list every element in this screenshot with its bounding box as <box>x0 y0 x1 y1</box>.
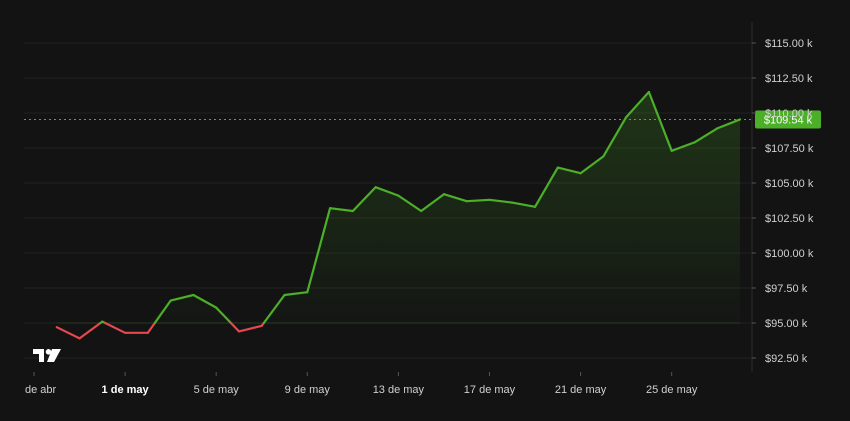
x-tick-label: 17 de may <box>464 384 516 396</box>
x-tick-label: 21 de may <box>555 384 607 396</box>
x-tick-label: 1 de may <box>102 384 150 396</box>
y-tick-label: $95.00 k <box>765 318 808 330</box>
tradingview-logo[interactable] <box>33 349 61 362</box>
y-tick-label: $100.00 k <box>765 248 814 260</box>
x-axis-ticks: de abr 1 de may 5 de may 9 de may 13 de may 1… <box>25 372 698 396</box>
y-axis-ticks: $92.50 k $95.00 k $97.50 k $100.00 k $102.50… <box>752 38 814 365</box>
x-tick-label: de abr <box>25 384 57 396</box>
y-tick-label: $102.50 k <box>765 213 814 225</box>
x-tick-label: 5 de may <box>194 384 240 396</box>
y-tick-label: $97.50 k <box>765 283 808 295</box>
y-tick-label: $110.00 k <box>765 108 813 120</box>
x-tick-label: 25 de may <box>646 384 698 396</box>
price-chart: $109.54 k $92.50 k$95.00 k$97.50 k$100.0… <box>24 22 821 396</box>
line-segment <box>229 321 241 333</box>
line-segment <box>55 326 81 340</box>
y-tick-label: $107.50 k <box>765 143 814 155</box>
y-tick-label: $105.00 k <box>765 178 814 190</box>
y-tick-label: $115.00 k <box>765 38 813 50</box>
y-tick-label: $112.50 k <box>765 73 813 85</box>
x-tick-label: 13 de may <box>373 384 425 396</box>
line-segment <box>237 324 263 333</box>
y-tick-label: $92.50 k <box>765 353 808 365</box>
x-tick-label: 9 de may <box>285 384 331 396</box>
line-segment <box>104 321 127 334</box>
line-segment <box>78 321 102 340</box>
line-segment <box>465 198 491 203</box>
line-segment <box>146 321 156 334</box>
